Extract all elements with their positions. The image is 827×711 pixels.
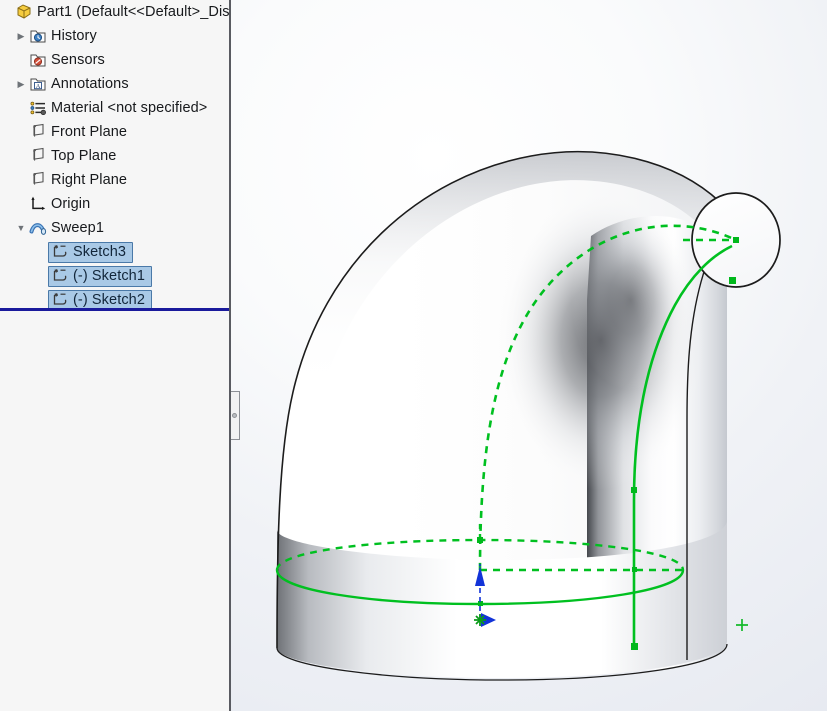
tree-item-sketch1[interactable]: ▶ (-) Sketch1 [0, 264, 231, 288]
tree-item-annotations[interactable]: ▶ A Annotations [0, 72, 231, 96]
tree-item-content[interactable]: Right Plane [28, 171, 127, 189]
tree-item-label: (-) Sketch1 [73, 267, 146, 284]
model-svg [275, 150, 781, 681]
collapse-chevron-down-icon[interactable]: ▼ [14, 223, 28, 233]
expander-spacer: ▶ [14, 152, 28, 161]
sketch-point-mid-silhouette[interactable] [631, 487, 637, 493]
tree-item-content[interactable]: Sweep1 [28, 219, 104, 237]
part-icon [14, 3, 34, 21]
sketch-point-quadrant [632, 567, 637, 572]
tree-item-content[interactable]: A Annotations [28, 75, 129, 93]
expander-spacer: ▶ [14, 56, 28, 65]
tree-item-content[interactable]: Origin [28, 195, 90, 213]
sketch-icon [50, 291, 70, 309]
expander-spacer: ▶ [14, 128, 28, 137]
expander-spacer: ▶ [14, 176, 28, 185]
plane-icon [28, 171, 48, 189]
tree-item-label: History [51, 27, 97, 44]
tree-item-label: (-) Sketch2 [73, 291, 146, 308]
sweep-icon [28, 219, 48, 237]
selected-item-pill[interactable]: (-) Sketch1 [48, 265, 153, 287]
expander-spacer: ▶ [14, 200, 28, 209]
expander-spacer: ▶ [0, 8, 14, 17]
tree-item-content[interactable]: Sensors [28, 51, 105, 69]
swept-elbow-solid [276, 150, 781, 681]
tree-item-history[interactable]: ▶ History [0, 24, 231, 48]
sketch-point-base-silhouette[interactable] [631, 643, 638, 650]
tree-item-label: Front Plane [51, 123, 128, 140]
tree-item-label: Top Plane [51, 147, 117, 164]
history-icon [28, 27, 48, 45]
tree-item-content[interactable]: Material <not specified> [28, 99, 207, 117]
plane-icon [28, 123, 48, 141]
tree-item-front-plane[interactable]: ▶ Front Plane [0, 120, 231, 144]
material-icon [28, 99, 48, 117]
expand-chevron-right-icon[interactable]: ▶ [14, 79, 28, 89]
inner-corner-shading-core [571, 210, 691, 390]
sensors-icon [28, 51, 48, 69]
panel-splitter-handle[interactable] [231, 391, 240, 440]
tree-item-origin[interactable]: ▶ Origin [0, 192, 231, 216]
splitter-grip-dot [231, 413, 237, 418]
expander-spacer: ▶ [34, 272, 48, 281]
tree-item-top-plane[interactable]: ▶ Top Plane [0, 144, 231, 168]
sketch-point-top-center[interactable] [733, 237, 739, 243]
tree-item-sensors[interactable]: ▶ Sensors [0, 48, 231, 72]
tree-item-part-root[interactable]: ▶ Part1 (Default<<Default>_Disp [0, 0, 231, 24]
sketch-icon [50, 243, 70, 261]
crosshair-marker [736, 619, 748, 631]
annotations-icon: A [28, 75, 48, 93]
tree-item-content[interactable]: Front Plane [28, 123, 127, 141]
sketch-point-profile-tangent[interactable] [729, 277, 736, 284]
tree-item-label: Right Plane [51, 171, 128, 188]
tree-item-sweep1[interactable]: ▼ Sweep1 [0, 216, 231, 240]
tree-item-label: Annotations [51, 75, 129, 92]
tree-item-label: Sketch3 [73, 243, 127, 260]
tree-item-label: Material <not specified> [51, 99, 208, 116]
feature-tree[interactable]: ▶ Part1 (Default<<Default>_Disp ▶ History ▶ S… [0, 0, 231, 312]
expander-spacer: ▶ [34, 248, 48, 257]
tree-item-label: Sweep1 [51, 219, 104, 236]
origin-icon [28, 195, 48, 213]
plane-icon [28, 147, 48, 165]
tree-item-content[interactable]: Part1 (Default<<Default>_Disp [14, 3, 231, 21]
solidworks-window: ▶ Part1 (Default<<Default>_Disp ▶ History ▶ S… [0, 0, 827, 711]
tree-item-content[interactable]: History [28, 27, 97, 45]
tree-item-sketch3[interactable]: ▶ Sketch3 [0, 240, 231, 264]
selected-item-pill[interactable]: Sketch3 [48, 241, 134, 263]
graphics-area[interactable] [231, 0, 827, 711]
tree-item-label: Sensors [51, 51, 105, 68]
tree-item-label: Origin [51, 195, 91, 212]
tree-item-material[interactable]: ▶ Material <not specified> [0, 96, 231, 120]
tree-empty-area [0, 311, 231, 711]
expander-spacer: ▶ [34, 296, 48, 305]
expander-spacer: ▶ [14, 104, 28, 113]
sketch-point-bottom-center[interactable] [477, 537, 483, 543]
tree-item-content[interactable]: Top Plane [28, 147, 116, 165]
sketch-icon [50, 267, 70, 285]
feature-manager-panel: ▶ Part1 (Default<<Default>_Disp ▶ History ▶ S… [0, 0, 231, 711]
tree-item-right-plane[interactable]: ▶ Right Plane [0, 168, 231, 192]
tree-item-label: Part1 (Default<<Default>_Disp [37, 3, 231, 20]
expand-chevron-right-icon[interactable]: ▶ [14, 31, 28, 41]
svg-text:A: A [36, 83, 41, 90]
